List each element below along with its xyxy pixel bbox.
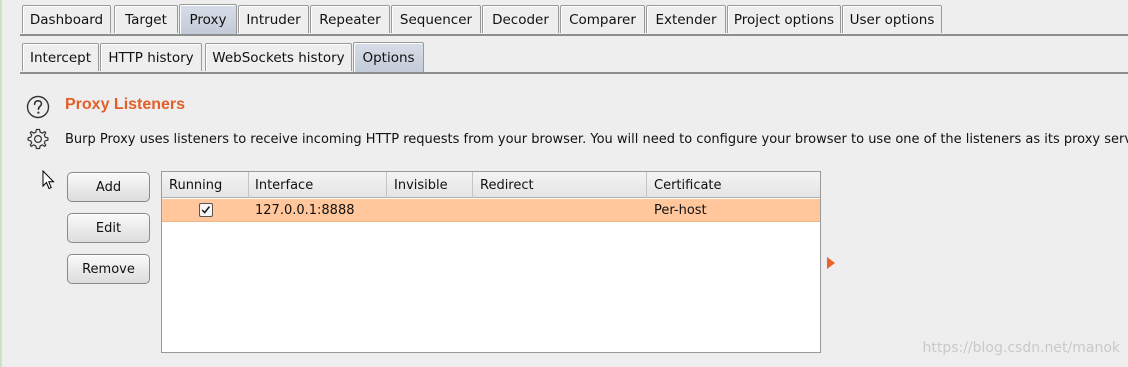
proxy-listeners-table[interactable]: Running Interface Invisible Redirect Cer…: [161, 171, 821, 353]
tab-repeater[interactable]: Repeater: [310, 5, 390, 33]
tab-intruder[interactable]: Intruder: [238, 5, 309, 33]
tab-project-options[interactable]: Project options: [727, 5, 841, 33]
tab-target[interactable]: Target: [114, 5, 178, 33]
expand-arrow-icon[interactable]: [826, 256, 836, 270]
tab-http-history[interactable]: HTTP history: [100, 43, 202, 71]
tab-intercept[interactable]: Intercept: [22, 43, 99, 71]
section-title: Proxy Listeners: [65, 96, 186, 113]
section-description: Burp Proxy uses listeners to receive inc…: [65, 132, 1128, 147]
checkmark-icon: [201, 206, 211, 214]
cell-certificate: Per-host: [654, 203, 707, 218]
tab-options[interactable]: Options: [353, 42, 424, 73]
table-header: Running Interface Invisible Redirect Cer…: [162, 172, 820, 198]
tab-sequencer[interactable]: Sequencer: [391, 5, 481, 33]
window-edge: [0, 0, 5, 367]
add-button[interactable]: Add: [67, 172, 150, 202]
watermark: https://blog.csdn.net/manok: [922, 340, 1120, 356]
tab-user-options[interactable]: User options: [842, 5, 942, 33]
tab-comparer[interactable]: Comparer: [560, 5, 645, 33]
column-header-interface[interactable]: Interface: [248, 172, 387, 198]
tab-bar-divider: [20, 34, 1128, 36]
tab-extender[interactable]: Extender: [646, 5, 726, 33]
remove-button[interactable]: Remove: [67, 254, 150, 284]
sub-tab-bar-divider: [20, 72, 1128, 74]
tab-websockets-history[interactable]: WebSockets history: [205, 43, 352, 71]
tab-dashboard[interactable]: Dashboard: [22, 5, 111, 33]
help-icon[interactable]: [26, 95, 50, 119]
cell-redirect: [473, 199, 647, 222]
column-header-certificate[interactable]: Certificate: [647, 172, 821, 198]
tab-proxy[interactable]: Proxy: [179, 4, 237, 34]
cell-invisible: [387, 199, 473, 222]
tab-decoder[interactable]: Decoder: [482, 5, 559, 33]
column-header-invisible[interactable]: Invisible: [387, 172, 473, 198]
mouse-cursor-icon: [42, 170, 55, 190]
edit-button[interactable]: Edit: [67, 213, 150, 243]
column-header-running[interactable]: Running: [162, 172, 249, 198]
running-checkbox[interactable]: [199, 203, 213, 217]
cell-interface: 127.0.0.1:8888: [255, 203, 355, 218]
column-header-redirect[interactable]: Redirect: [473, 172, 647, 198]
gear-icon[interactable]: [26, 127, 50, 151]
table-row[interactable]: 127.0.0.1:8888 Per-host: [162, 199, 820, 222]
